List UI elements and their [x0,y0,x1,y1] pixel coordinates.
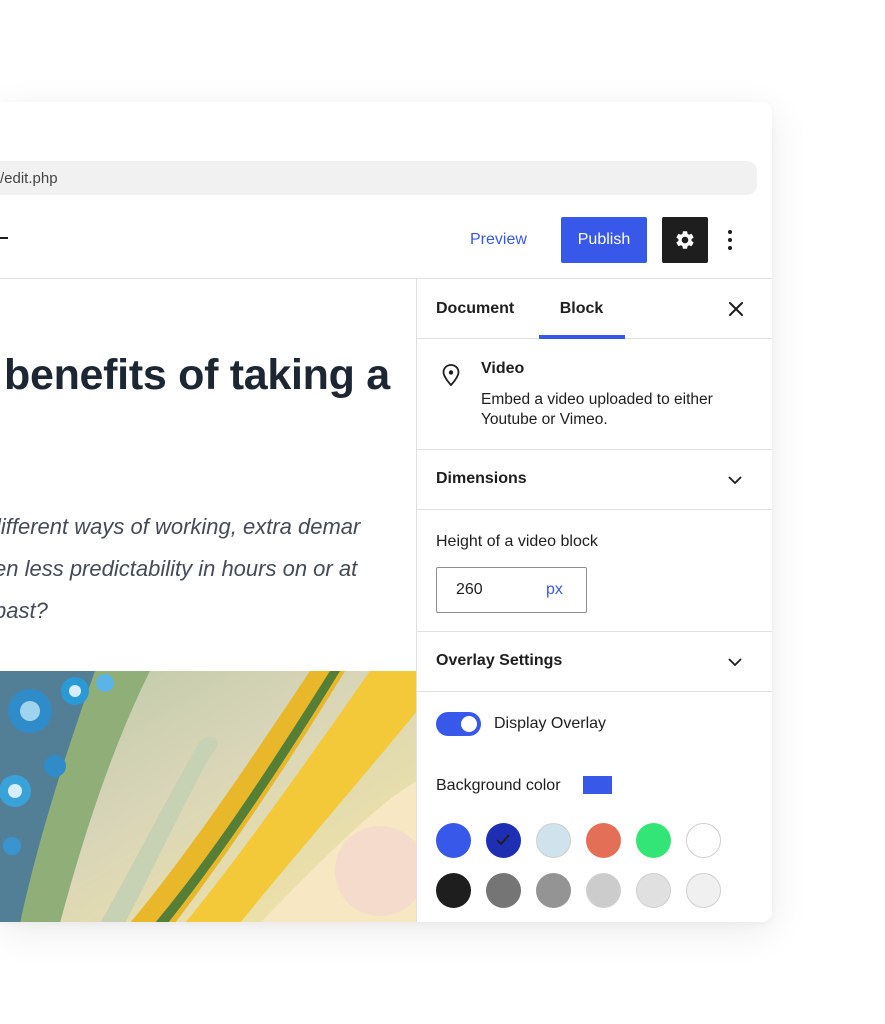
location-pin-icon [442,364,460,387]
block-card: Video Embed a video uploaded to either Y… [417,339,772,450]
overlay-settings-body: Display Overlay Background color [417,692,772,922]
color-swatch[interactable] [536,823,571,858]
display-overlay-label: Display Overlay [494,715,607,732]
excerpt-line-1[interactable]: lifferent ways of working, extra demar [0,514,360,540]
color-swatch[interactable] [636,873,671,908]
video-thumbnail-image[interactable] [0,671,417,922]
address-bar[interactable]: /edit.php [0,161,757,195]
settings-button[interactable] [662,217,708,263]
tab-block[interactable]: Block [539,279,624,339]
check-icon [496,834,510,846]
height-label: Height of a video block [436,533,598,550]
color-swatch[interactable] [686,823,721,858]
dimensions-panel-body: Height of a video block 260 px [417,511,772,632]
background-color-label: Background color [436,777,561,794]
tab-document[interactable]: Document [436,279,514,339]
chevron-down-icon [728,658,742,667]
preview-button[interactable]: Preview [456,218,541,262]
overlay-settings-panel-toggle[interactable]: Overlay Settings [417,632,772,692]
display-overlay-toggle[interactable] [436,712,481,736]
color-swatch[interactable] [486,823,521,858]
block-name: Video [481,360,525,377]
more-options-button[interactable] [718,218,742,262]
gear-icon [676,231,694,249]
toolbar-back-icon[interactable] [0,237,8,239]
editor-window: /edit.php Preview Publish benefits of ta… [0,102,772,922]
overlay-settings-title: Overlay Settings [436,652,563,669]
close-icon[interactable] [727,300,745,318]
color-swatch[interactable] [436,873,471,908]
excerpt-line-3[interactable]: past? [0,598,48,624]
height-input[interactable]: 260 px [436,567,587,613]
height-value: 260 [456,581,483,598]
color-swatch[interactable] [586,823,621,858]
background-color-indicator [583,776,612,794]
editor-canvas[interactable]: benefits of taking a lifferent ways of w… [0,278,417,922]
dimensions-panel-title: Dimensions [436,470,527,487]
block-description: Embed a video uploaded to either Youtube… [481,391,713,428]
height-unit-select[interactable]: px [546,581,563,599]
toggle-knob [461,716,477,732]
url-text: /edit.php [0,170,58,187]
color-swatch[interactable] [536,873,571,908]
excerpt-line-2[interactable]: en less predictability in hours on or at [0,556,357,582]
more-vertical-icon [728,230,732,234]
settings-sidebar: Document Block Video Embed a video uploa… [417,278,772,922]
color-swatch[interactable] [586,873,621,908]
dimensions-panel-toggle[interactable]: Dimensions [417,450,772,510]
color-swatch[interactable] [486,873,521,908]
sidebar-tabs: Document Block [417,279,772,339]
color-swatch[interactable] [686,873,721,908]
publish-button[interactable]: Publish [561,217,647,263]
color-swatch[interactable] [436,823,471,858]
chevron-down-icon [728,476,742,485]
post-title[interactable]: benefits of taking a [4,351,390,400]
color-swatch[interactable] [636,823,671,858]
